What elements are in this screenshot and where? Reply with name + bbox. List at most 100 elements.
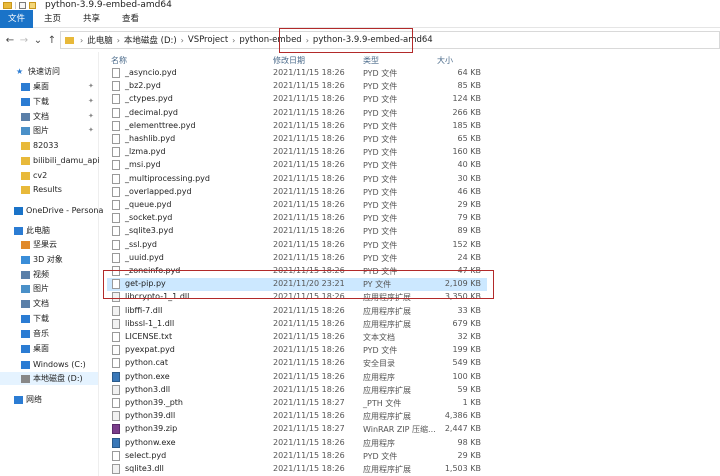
file-row[interactable]: python39.dll 2021/11/15 18:26 应用程序扩展 4,386 … [107, 410, 487, 423]
pin-icon[interactable]: ✦ [88, 112, 94, 120]
file-row[interactable]: sqlite3.dll 2021/11/15 18:26 应用程序扩展 1,503 K… [107, 463, 487, 476]
file-row[interactable]: select.pyd 2021/11/15 18:26 PYD 文件 29 KB [107, 450, 487, 463]
sidebar-item[interactable]: 文档 [21, 297, 49, 310]
file-row[interactable]: libssl-1_1.dll 2021/11/15 18:26 应用程序扩展 679 … [107, 318, 487, 331]
recent-locations-button[interactable]: ⌄ [31, 35, 45, 46]
sidebar-item[interactable]: Windows (C:) [21, 358, 86, 371]
sidebar-item[interactable]: 3D 对象 [21, 253, 63, 266]
sidebar-item[interactable]: OneDrive - Persona [14, 204, 103, 217]
file-size: 64 KB [457, 68, 481, 77]
file-size: 59 KB [457, 384, 481, 394]
navigation-pane: ★ 快速访问桌面 ✦ 下载 ✦ 文档 ✦ 图片 ✦ 82033 bilibili_damu_apic… [0, 52, 103, 476]
highlight-box [279, 28, 413, 53]
tab-file[interactable]: 文件 [0, 9, 34, 28]
file-row[interactable]: python3.dll 2021/11/15 18:26 应用程序扩展 59 KB [107, 384, 487, 397]
file-icon [112, 226, 120, 237]
sidebar-item-label: 下载 [33, 314, 49, 323]
file-row[interactable]: python.exe 2021/11/15 18:26 应用程序 100 KB [107, 371, 487, 384]
document-icon [21, 112, 30, 121]
sidebar-item[interactable]: 文档 [21, 110, 49, 123]
file-row[interactable]: _sqlite3.pyd 2021/11/15 18:26 PYD 文件 89 KB [107, 225, 487, 238]
column-header-date[interactable]: 修改日期 [273, 55, 305, 66]
tab-share[interactable]: 共享 [72, 10, 111, 28]
file-name: _asyncio.pyd [125, 68, 177, 77]
file-row[interactable]: _ctypes.pyd 2021/11/15 18:26 PYD 文件 124 KB [107, 93, 487, 106]
sidebar-item[interactable]: bilibili_damu_api [21, 154, 100, 167]
breadcrumb-drive-d[interactable]: 本地磁盘 (D:) [124, 34, 177, 46]
file-icon [112, 186, 120, 197]
forward-button[interactable]: → [17, 35, 31, 46]
file-name: _ctypes.pyd [125, 94, 173, 104]
sidebar-item[interactable]: 视频 [21, 268, 49, 281]
file-row[interactable]: _overlapped.pyd 2021/11/15 18:26 PYD 文件 46 … [107, 186, 487, 199]
file-row[interactable]: python39._pth 2021/11/15 18:27 _PTH 文件 1 KB [107, 397, 487, 410]
chevron-right-icon: › [80, 35, 84, 45]
new-folder-icon[interactable] [29, 1, 36, 9]
file-row[interactable]: pyexpat.pyd 2021/11/15 18:26 PYD 文件 199 KB [107, 344, 487, 357]
sidebar-item[interactable]: cv2 [21, 169, 47, 182]
sidebar-item[interactable]: 桌面 [21, 80, 49, 93]
file-row[interactable]: _msi.pyd 2021/11/15 18:26 PYD 文件 40 KB [107, 159, 487, 172]
sidebar-item[interactable]: ★ 快速访问 [16, 65, 60, 78]
file-icon [112, 464, 120, 474]
sidebar-item[interactable]: 下载 [21, 95, 49, 108]
file-icon [112, 384, 120, 395]
file-size: 185 KB [452, 120, 481, 130]
window-title: python-3.9.9-embed-amd64 [45, 0, 172, 10]
file-row[interactable]: python.cat 2021/11/15 18:26 安全目录 549 KB [107, 357, 487, 370]
file-row[interactable]: _bz2.pyd 2021/11/15 18:26 PYD 文件 85 KB [107, 80, 487, 93]
file-row[interactable]: _socket.pyd 2021/11/15 18:26 PYD 文件 79 KB [107, 212, 487, 225]
file-size: 85 KB [457, 81, 481, 91]
sidebar-item[interactable]: 82033 [21, 139, 58, 152]
address-bar[interactable]: › 此电脑 › 本地磁盘 (D:) › VSProject › python-e… [60, 28, 720, 53]
file-row[interactable]: _elementtree.pyd 2021/11/15 18:26 PYD 文件 18… [107, 120, 487, 133]
file-row[interactable]: _decimal.pyd 2021/11/15 18:26 PYD 文件 266 KB [107, 107, 487, 120]
sidebar-item[interactable]: 本地磁盘 (D:) [0, 372, 98, 385]
pin-icon[interactable]: ✦ [88, 82, 94, 90]
file-row[interactable]: _multiprocessing.pyd 2021/11/15 18:26 PYD … [107, 173, 487, 186]
sidebar-item[interactable]: Results [21, 183, 62, 196]
sidebar-item[interactable]: 图片 [21, 124, 49, 137]
cloud-icon [14, 206, 23, 215]
file-icon [112, 398, 120, 408]
pin-icon[interactable]: ✦ [88, 97, 94, 105]
sidebar-item[interactable]: 桌面 [21, 342, 49, 355]
sidebar-item[interactable]: 网络 [14, 393, 42, 406]
file-type: PYD 文件 [363, 214, 398, 224]
column-header-size[interactable]: 大小 [437, 55, 453, 66]
file-date: 2021/11/15 18:26 [273, 252, 345, 262]
file-row[interactable]: _queue.pyd 2021/11/15 18:26 PYD 文件 29 KB [107, 199, 487, 212]
column-header-name[interactable]: 名称 [111, 55, 127, 66]
properties-icon[interactable] [19, 1, 26, 9]
sidebar-item[interactable]: 图片 [21, 282, 49, 295]
file-row[interactable]: python39.zip 2021/11/15 18:27 WinRAR ZIP 压… [107, 423, 487, 436]
file-row[interactable]: _ssl.pyd 2021/11/15 18:26 PYD 文件 152 KB [107, 239, 487, 252]
file-date: 2021/11/15 18:26 [273, 186, 345, 196]
file-row[interactable]: _lzma.pyd 2021/11/15 18:26 PYD 文件 160 KB [107, 146, 487, 159]
file-date: 2021/11/15 18:26 [273, 318, 345, 328]
back-button[interactable]: ← [3, 35, 17, 46]
file-date: 2021/11/15 18:26 [273, 200, 345, 209]
column-header-type[interactable]: 类型 [363, 55, 379, 66]
sidebar-item[interactable]: 坚果云 [21, 238, 57, 251]
file-row[interactable]: LICENSE.txt 2021/11/15 18:26 文本文档 32 KB [107, 331, 487, 344]
file-row[interactable]: _asyncio.pyd 2021/11/15 18:26 PYD 文件 64 KB [107, 67, 487, 80]
file-row[interactable]: _uuid.pyd 2021/11/15 18:26 PYD 文件 24 KB [107, 252, 487, 265]
breadcrumb-this-pc[interactable]: 此电脑 [87, 34, 113, 46]
breadcrumb-vsproject[interactable]: VSProject [188, 35, 228, 45]
sidebar-item[interactable]: 音乐 [21, 327, 49, 340]
music-icon [21, 329, 30, 338]
file-row[interactable]: _hashlib.pyd 2021/11/15 18:26 PYD 文件 65 KB [107, 133, 487, 146]
file-row[interactable]: pythonw.exe 2021/11/15 18:26 应用程序 98 KB [107, 437, 487, 450]
sidebar-item[interactable]: 下载 [21, 312, 49, 325]
tab-view[interactable]: 查看 [111, 10, 150, 28]
file-date: 2021/11/15 18:26 [273, 384, 345, 394]
file-date: 2021/11/15 18:26 [273, 332, 345, 341]
ribbon-tabs: 文件 主页 共享 查看 [0, 9, 720, 28]
pin-icon[interactable]: ✦ [88, 126, 94, 134]
file-row[interactable]: libffi-7.dll 2021/11/15 18:26 应用程序扩展 33 KB [107, 305, 487, 318]
file-size: 89 KB [457, 226, 481, 236]
up-button[interactable]: ↑ [45, 35, 59, 46]
sidebar-item[interactable]: 此电脑 [14, 224, 50, 237]
tab-home[interactable]: 主页 [33, 10, 72, 28]
